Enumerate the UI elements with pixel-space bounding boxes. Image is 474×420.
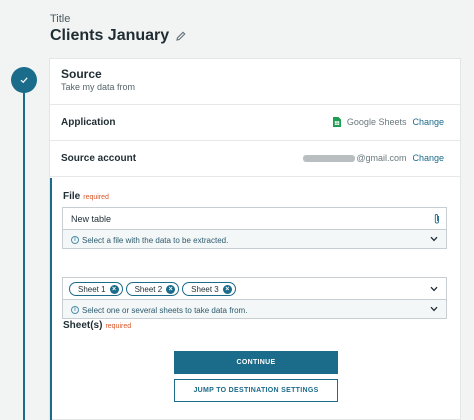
application-value: Google Sheets (346, 117, 407, 127)
application-label: Application (61, 117, 116, 128)
sheets-label: Sheet(s) required (63, 320, 131, 331)
paperclip-icon[interactable] (433, 213, 441, 225)
chevron-down-icon[interactable] (430, 306, 438, 312)
sheet-chip-label: Sheet 3 (191, 284, 219, 294)
pencil-icon[interactable] (175, 30, 187, 42)
info-icon: i (71, 306, 79, 314)
sheets-multiselect[interactable]: Sheet 1 × Sheet 2 × Sheet 3 × (62, 277, 447, 299)
file-label-text: File (63, 191, 81, 202)
page-title[interactable]: Clients January (50, 27, 169, 45)
sheet-chip-label: Sheet 2 (134, 284, 163, 294)
file-label: File required (63, 191, 109, 202)
sheet-chips: Sheet 1 × Sheet 2 × Sheet 3 × (69, 282, 236, 296)
chevron-down-icon[interactable] (430, 286, 438, 292)
change-account-link[interactable]: Change (412, 153, 444, 163)
account-email-domain: @gmail.com (356, 153, 407, 163)
source-header: Source Take my data from (50, 59, 460, 105)
source-subtitle: Take my data from (61, 82, 136, 92)
sheet-chip[interactable]: Sheet 3 × (182, 282, 236, 296)
title-row: Clients January (50, 27, 187, 45)
file-input-value: New table (71, 214, 112, 224)
check-icon (20, 77, 28, 84)
account-row: Source account @gmail.com Change (50, 141, 460, 177)
remove-chip-icon[interactable]: × (166, 284, 176, 294)
file-hint-text: Select a file with the data to be extrac… (82, 236, 229, 245)
application-value-group: Google Sheets Change (332, 117, 444, 127)
chevron-down-icon[interactable] (430, 236, 438, 242)
application-row: Application Google Sheets Change (50, 105, 460, 141)
continue-button[interactable]: CONTINUE (174, 351, 338, 374)
file-input[interactable]: New table (62, 207, 447, 229)
sheets-required-badge: required (105, 323, 132, 330)
source-title: Source (61, 67, 102, 81)
remove-chip-icon[interactable]: × (222, 284, 232, 294)
title-label: Title (50, 13, 71, 25)
masked-email (303, 155, 356, 163)
sheets-label-text: Sheet(s) (63, 320, 103, 331)
step-complete-indicator (11, 67, 37, 93)
google-sheets-icon (332, 117, 341, 127)
info-icon: i (71, 236, 79, 244)
account-value-group: @gmail.com Change (303, 153, 444, 163)
source-step-card: Source Take my data from Application Goo… (49, 58, 461, 420)
sheet-chip-label: Sheet 1 (78, 284, 106, 294)
remove-chip-icon[interactable]: × (109, 284, 119, 294)
form-area: File required New table i Select a file w… (50, 178, 460, 420)
timeline-line (23, 80, 25, 420)
file-required-badge: required (83, 194, 109, 201)
file-hint[interactable]: i Select a file with the data to be extr… (62, 229, 447, 249)
change-application-link[interactable]: Change (412, 117, 444, 127)
sheets-hint-text: Select one or several sheets to take dat… (82, 306, 248, 315)
account-label: Source account (61, 153, 137, 164)
sheet-chip[interactable]: Sheet 2 × (125, 282, 180, 296)
sheet-chip[interactable]: Sheet 1 × (69, 282, 123, 296)
jump-to-destination-button[interactable]: JUMP TO DESTINATION SETTINGS (174, 379, 338, 402)
account-value: @gmail.com (303, 153, 406, 163)
sheets-hint[interactable]: i Select one or several sheets to take d… (62, 299, 447, 319)
